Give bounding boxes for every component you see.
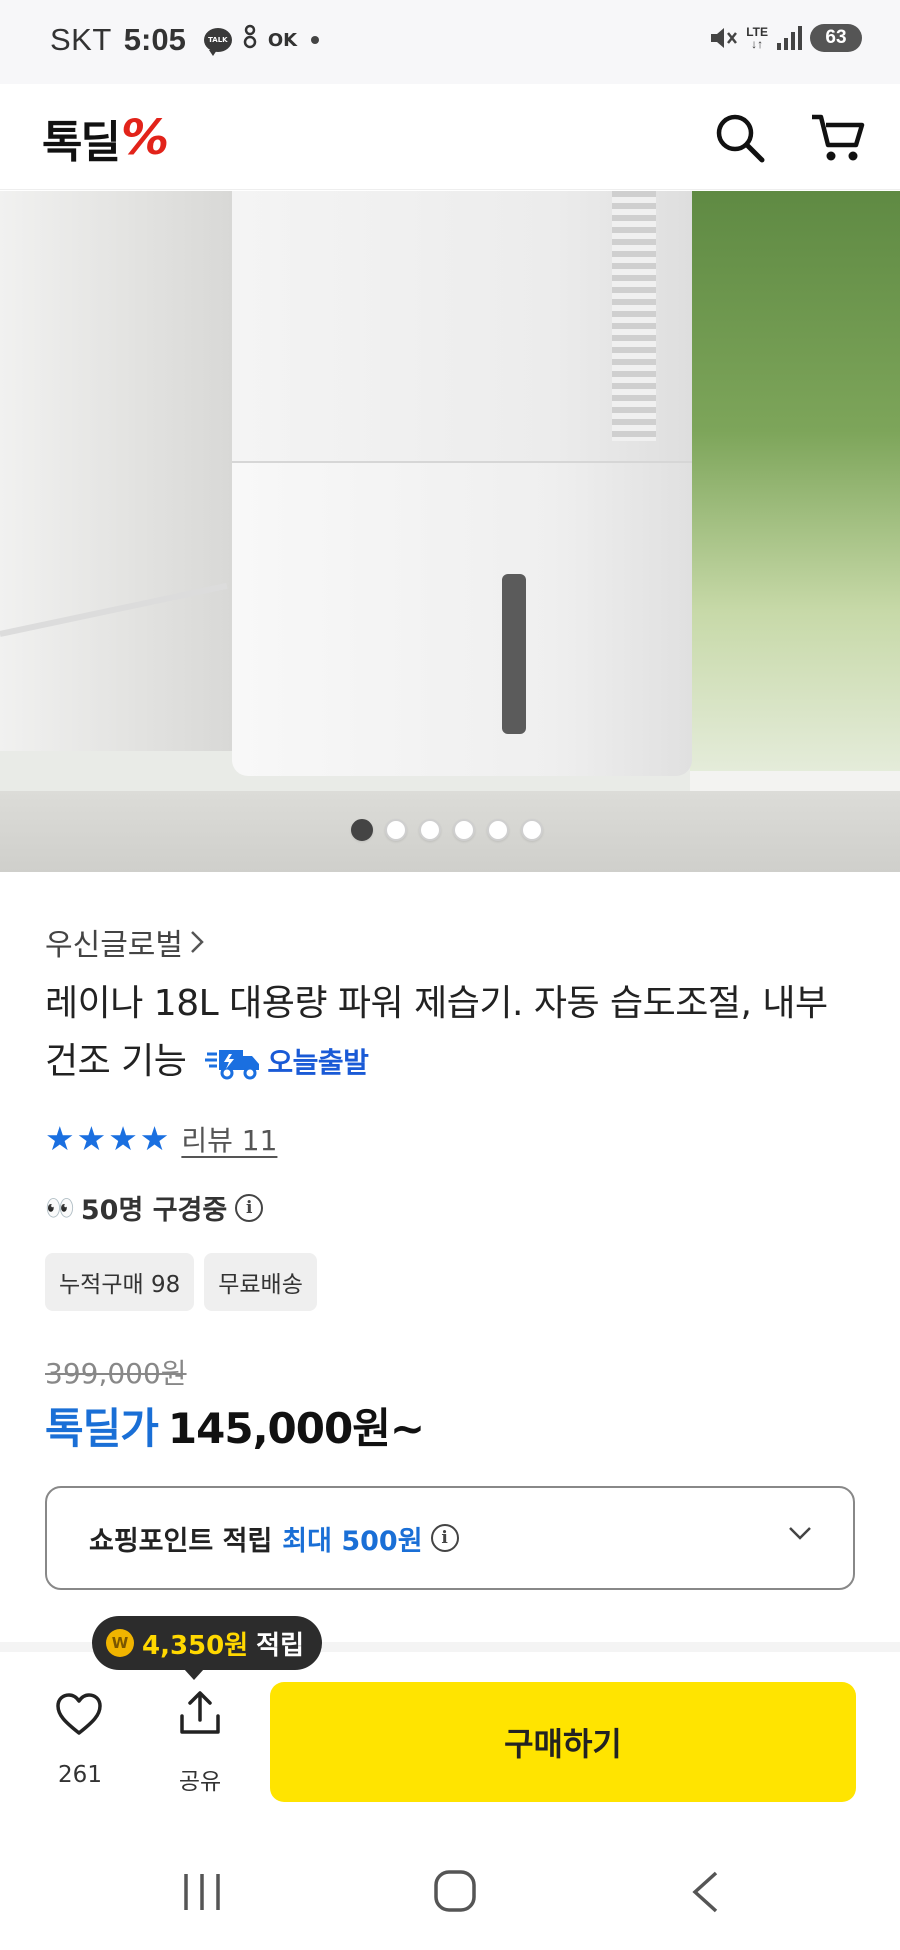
network-label: LTE [746, 25, 768, 39]
star-icon: ★ [139, 1119, 170, 1158]
delivery-truck-icon [205, 1050, 260, 1080]
seller-link[interactable]: 우신글로벌 [45, 920, 205, 964]
price-label: 톡딜가 [45, 1404, 159, 1453]
carousel-dot-1[interactable] [351, 819, 373, 841]
clock: 5:05 [123, 22, 186, 57]
today-shipping-label: 오늘출발 [267, 1046, 369, 1079]
talk-icon-text: TALK [208, 36, 228, 44]
carousel-dot-5[interactable] [487, 819, 509, 841]
cart-icon [812, 114, 865, 161]
free-shipping-chip: 무료배송 [204, 1253, 317, 1311]
points-max: 최대 500원 [282, 1525, 423, 1557]
ok-cashbag-icon: OK [267, 29, 298, 51]
app-header: 톡딜% [0, 84, 900, 190]
recents-icon [184, 1874, 220, 1910]
product-image-carousel[interactable] [0, 191, 900, 872]
dehumidifier-tank [232, 461, 692, 776]
points-label: 쇼핑포인트 적립 [89, 1525, 273, 1557]
heart-icon [56, 1693, 102, 1735]
viewers-count: 👀 50명 구경중 i [45, 1188, 264, 1227]
carousel-dot-4[interactable] [453, 819, 475, 841]
info-icon[interactable]: i [430, 1524, 459, 1552]
chevron-right-icon [191, 931, 204, 953]
info-icon[interactable]: i [235, 1193, 264, 1222]
status-bar: SKT 5:05 TALK OK LTE ↓↑ 63 [0, 0, 900, 84]
share-button[interactable] [172, 1690, 228, 1740]
signal-icon [776, 25, 802, 51]
rating-row: ★ ★ ★ ★ 리뷰 11 [45, 1119, 277, 1159]
product-chips: 누적구매 98 무료배송 [45, 1253, 317, 1311]
reward-amount: 4,350원 [142, 1630, 249, 1661]
share-icon [180, 1691, 220, 1734]
home-icon [434, 1870, 476, 1912]
carousel-dots [351, 819, 543, 841]
toktdeal-logo[interactable]: 톡딜% [42, 106, 169, 170]
reward-tooltip: W 4,350원 적립 [92, 1616, 323, 1680]
product-title: 레이나 18L 대용량 파워 제습기. 자동 습도조절, 내부 건조 기능 오늘… [45, 975, 865, 1092]
search-icon [716, 114, 765, 163]
accessibility-icon [242, 23, 258, 58]
air-grille [612, 191, 656, 441]
search-button[interactable] [710, 108, 770, 168]
system-navigation-bar [0, 1820, 900, 1950]
star-icon: ★ [108, 1119, 138, 1158]
back-icon [692, 1871, 718, 1913]
price-value: 145,000원~ [167, 1404, 425, 1453]
reward-suffix: 적립 [256, 1630, 305, 1661]
notification-dot-icon [311, 36, 320, 44]
review-link[interactable]: 리뷰 11 [181, 1119, 277, 1159]
like-count: 261 [58, 1762, 102, 1788]
buy-button[interactable]: 구매하기 [270, 1682, 856, 1802]
like-button[interactable] [50, 1692, 108, 1740]
home-button[interactable] [432, 1868, 478, 1918]
lte-icon: LTE ↓↑ [746, 25, 768, 51]
coin-icon: W [106, 1629, 134, 1657]
product-title-text: 레이나 18L 대용량 파워 제습기. 자동 습도조절, 내부 건조 기능 [45, 983, 828, 1082]
share-label: 공유 [178, 1769, 222, 1795]
cart-button[interactable] [808, 108, 868, 168]
star-icon: ★ [76, 1119, 107, 1158]
recents-button[interactable] [180, 1872, 224, 1916]
star-icon: ★ [45, 1119, 75, 1158]
sale-price: 톡딜가 145,000원~ [45, 1395, 425, 1456]
original-price: 399,000원 [45, 1357, 187, 1390]
carousel-dot-6[interactable] [521, 819, 543, 841]
water-level-window [502, 574, 526, 734]
logo-text: 톡딜 [42, 117, 121, 168]
window-garden-background [690, 191, 900, 791]
mute-icon [708, 24, 738, 52]
seller-name: 우신글로벌 [45, 928, 183, 963]
carrier-label: SKT [50, 22, 112, 57]
eyes-icon: 👀 [45, 1193, 75, 1222]
chevron-down-icon [789, 1527, 811, 1540]
shopping-points-dropdown[interactable]: 쇼핑포인트 적립 최대 500원 i [45, 1486, 855, 1590]
carousel-dot-3[interactable] [419, 819, 441, 841]
kakaotalk-icon: TALK [203, 28, 232, 56]
today-shipping-badge: 오늘출발 [205, 1034, 369, 1092]
cumulative-purchase-chip: 누적구매 98 [45, 1253, 195, 1311]
logo-mark: % [120, 110, 169, 166]
battery-icon: 63 [810, 24, 862, 52]
carousel-dot-2[interactable] [385, 819, 407, 841]
back-button[interactable] [690, 1870, 720, 1918]
drying-laundry [0, 191, 235, 751]
viewers-text: 50명 구경중 [80, 1195, 228, 1226]
